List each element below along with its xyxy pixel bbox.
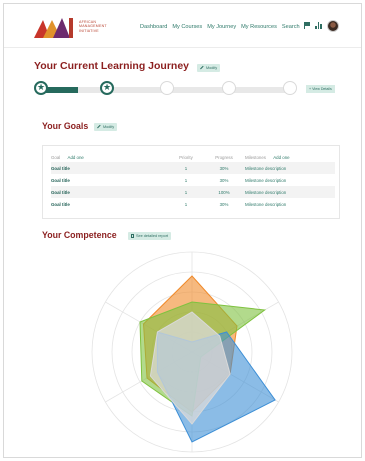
goals-modify-button[interactable]: Modify: [94, 123, 118, 131]
table-row[interactable]: Goal title 1 100% Milestone description: [51, 186, 335, 198]
competence-title: Your Competence: [42, 230, 117, 240]
goal-title-cell[interactable]: Goal title: [51, 174, 169, 186]
see-report-label: See detailed report: [136, 234, 169, 238]
nav-my-courses[interactable]: My Courses: [172, 24, 202, 30]
priority-cell: 1: [169, 162, 203, 174]
priority-cell: 1: [184, 201, 188, 207]
goal-title-cell[interactable]: Goal title: [51, 162, 169, 174]
milestones-column-header: Milestones Add one: [245, 152, 335, 162]
star-icon: ★: [102, 82, 112, 92]
nav-dashboard[interactable]: Dashboard: [140, 24, 167, 30]
competence-radar-chart: [91, 251, 293, 453]
goal-header-label: Goal: [51, 154, 61, 160]
document-icon: [131, 234, 134, 238]
milestones-header-label: Milestones: [245, 154, 266, 160]
priority-column-header: Priority: [179, 154, 193, 160]
journey-stage-2[interactable]: ★: [100, 81, 114, 95]
goals-modify-label: Modify: [103, 125, 115, 129]
add-milestone-link[interactable]: Add one: [273, 155, 289, 160]
ami-logo-icon[interactable]: [34, 16, 76, 38]
journey-modify-button[interactable]: Modify: [197, 64, 221, 72]
milestone-cell[interactable]: Milestone description: [245, 186, 335, 198]
goals-header-row: Goal Add one Priority Progress Milestone…: [51, 152, 335, 162]
priority-cell: 1: [169, 186, 203, 198]
logo-line-3: INITIATIVE: [79, 28, 99, 33]
see-report-button[interactable]: See detailed report: [128, 232, 172, 240]
main-nav: Dashboard My Courses My Journey My Resou…: [140, 24, 300, 30]
nav-search[interactable]: Search: [282, 24, 300, 30]
goal-column-header: Goal Add one: [51, 152, 169, 162]
goal-title-cell[interactable]: Goal title: [51, 186, 169, 198]
journey-title: Your Current Learning Journey: [34, 60, 189, 72]
journey-stage-4[interactable]: [222, 81, 236, 95]
stats-icon[interactable]: [315, 22, 323, 29]
nav-my-journey[interactable]: My Journey: [207, 24, 236, 30]
top-header: AFRICAN MANAGEMENT INITIATIVE Dashboard …: [4, 4, 361, 48]
nav-my-resources[interactable]: My Resources: [241, 24, 277, 30]
table-row[interactable]: Goal title 1 30% Milestone description: [51, 174, 335, 186]
goals-title: Your Goals: [42, 121, 89, 131]
goals-table: Goal Add one Priority Progress Milestone…: [51, 152, 335, 210]
pencil-icon: [200, 66, 204, 70]
journey-stage-1[interactable]: ★: [34, 81, 48, 95]
table-row[interactable]: Goal title 1 30% Milestone description: [51, 198, 335, 210]
progress-cell: 30%: [219, 201, 229, 207]
milestone-cell[interactable]: Milestone description: [245, 198, 335, 210]
journey-stage-5[interactable]: [283, 81, 297, 95]
progress-cell: 100%: [203, 186, 245, 198]
goals-card: Goal Add one Priority Progress Milestone…: [42, 145, 340, 219]
logo-wordmark: AFRICAN MANAGEMENT INITIATIVE: [79, 20, 119, 33]
user-avatar[interactable]: [327, 20, 339, 32]
progress-cell: 30%: [219, 177, 229, 183]
progress-column-header: Progress: [215, 154, 233, 160]
priority-cell: 1: [184, 177, 188, 183]
view-details-button[interactable]: + View Details: [306, 85, 335, 93]
table-row[interactable]: Goal title 1 30% Milestone description: [51, 162, 335, 174]
flag-icon[interactable]: [304, 22, 310, 29]
header-icons: [304, 22, 323, 29]
goal-title-cell[interactable]: Goal title: [51, 198, 169, 210]
star-icon: ★: [36, 82, 46, 92]
progress-cell: 30%: [203, 162, 245, 174]
journey-modify-label: Modify: [206, 66, 218, 70]
pencil-icon: [97, 125, 101, 129]
add-goal-link[interactable]: Add one: [68, 155, 84, 160]
milestone-cell[interactable]: Milestone description: [245, 162, 335, 174]
page-frame: AFRICAN MANAGEMENT INITIATIVE Dashboard …: [3, 3, 362, 458]
milestone-cell[interactable]: Milestone description: [245, 174, 335, 186]
journey-stage-3[interactable]: [160, 81, 174, 95]
